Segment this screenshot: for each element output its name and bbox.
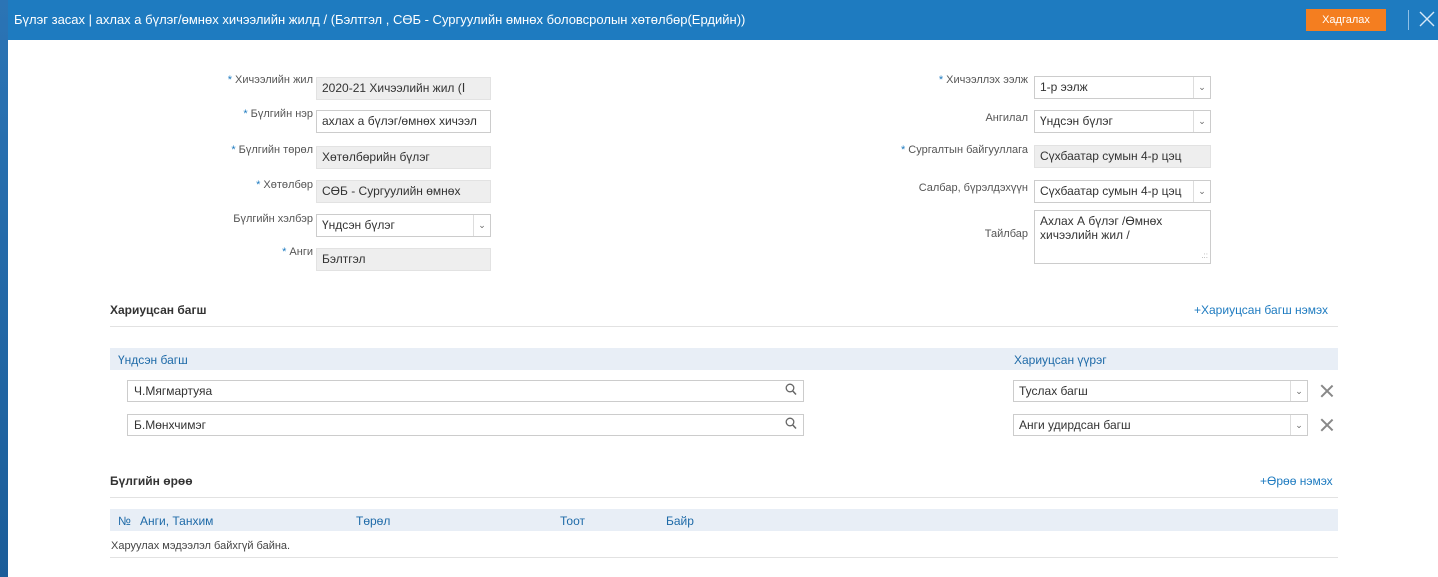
label-description: Тайлбар bbox=[984, 228, 1028, 240]
description-textarea[interactable]: Ахлах А бүлэг /Өмнөх хичээлийн жил /.:: bbox=[1034, 210, 1211, 264]
col-main-teacher: Үндсэн багш bbox=[118, 353, 188, 367]
rooms-table-header: № Анги, Танхим Төрөл Тоот Байр bbox=[110, 509, 1338, 531]
chevron-down-icon[interactable]: ⌄ bbox=[1193, 77, 1210, 98]
category-select[interactable]: Үндсэн бүлэг ⌄ bbox=[1034, 110, 1211, 133]
resize-handle-icon[interactable]: .:: bbox=[1201, 249, 1208, 263]
chevron-down-icon[interactable]: ⌄ bbox=[473, 215, 490, 236]
role-select[interactable]: Туслах багш ⌄ bbox=[1013, 380, 1308, 402]
chevron-down-icon[interactable]: ⌄ bbox=[1193, 181, 1210, 202]
organization-field[interactable]: Сүхбаатар сумын 4-р цэц bbox=[1034, 145, 1211, 168]
close-icon[interactable] bbox=[1418, 6, 1438, 32]
branch-select[interactable]: Сүхбаатар сумын 4-р цэц ⌄ bbox=[1034, 180, 1211, 203]
school-year-field[interactable]: 2020-21 Хичээлийн жил (Ⅰ bbox=[316, 77, 491, 100]
col-role: Хариуцсан үүрэг bbox=[1014, 353, 1107, 367]
label-group-form: Бүлгийн хэлбэр bbox=[233, 213, 313, 225]
col-room-number: Тоот bbox=[560, 514, 585, 528]
label-shift: * Хичээллэх ээлж bbox=[938, 74, 1028, 86]
label-category: Ангилал bbox=[985, 112, 1028, 124]
teacher-input[interactable]: Ч.Мягмартуяа bbox=[127, 380, 804, 402]
dialog-titlebar: Бүлэг засах | ахлах а бүлэг/өмнөх хичээл… bbox=[8, 0, 1438, 40]
chevron-down-icon[interactable]: ⌄ bbox=[1290, 381, 1307, 401]
group-type-field[interactable]: Хөтөлбөрийн бүлэг bbox=[316, 146, 491, 169]
col-building: Байр bbox=[666, 514, 694, 528]
add-teacher-link[interactable]: +Хариуцсан багш нэмэх bbox=[1194, 303, 1328, 317]
col-type: Төрөл bbox=[356, 514, 391, 528]
chevron-down-icon[interactable]: ⌄ bbox=[1290, 415, 1307, 435]
teachers-table-header: Үндсэн багш Хариуцсан үүрэг bbox=[110, 348, 1338, 370]
label-group-name: * Бүлгийн нэр bbox=[243, 108, 313, 120]
col-room: Анги, Танхим bbox=[140, 514, 214, 528]
dialog-title: Бүлэг засах | ахлах а бүлэг/өмнөх хичээл… bbox=[14, 12, 746, 27]
search-icon[interactable] bbox=[785, 417, 797, 431]
label-school-year: * Хичээлийн жил bbox=[227, 74, 313, 86]
label-program: * Хөтөлбөр bbox=[256, 179, 313, 191]
section-divider bbox=[110, 326, 1338, 327]
label-group-type: * Бүлгийн төрөл bbox=[231, 144, 313, 156]
label-class: * Анги bbox=[282, 246, 313, 258]
program-field[interactable]: СӨБ - Сургуулийн өмнөх bbox=[316, 180, 491, 203]
search-icon[interactable] bbox=[785, 383, 797, 397]
teacher-input[interactable]: Б.Мөнхчимэг bbox=[127, 414, 804, 436]
shift-select[interactable]: 1-р ээлж ⌄ bbox=[1034, 76, 1211, 99]
label-organization: * Сургалтын байгууллага bbox=[900, 144, 1028, 156]
save-button[interactable]: Хадгалах bbox=[1306, 9, 1386, 31]
section-divider bbox=[110, 497, 1338, 498]
class-field[interactable]: Бэлтгэл bbox=[316, 248, 491, 271]
role-select[interactable]: Анги удирдсан багш ⌄ bbox=[1013, 414, 1308, 436]
label-branch: Салбар, бүрэлдэхүүн bbox=[918, 182, 1028, 194]
group-name-input[interactable]: ахлах а бүлэг/өмнөх хичээл bbox=[316, 110, 491, 133]
edit-group-dialog: Бүлэг засах | ахлах а бүлэг/өмнөх хичээл… bbox=[8, 0, 1438, 577]
remove-row-close-icon[interactable] bbox=[1320, 384, 1334, 398]
teachers-section-title: Хариуцсан багш bbox=[110, 303, 207, 317]
remove-row-close-icon[interactable] bbox=[1320, 418, 1334, 432]
titlebar-divider bbox=[1408, 10, 1409, 30]
table-bottom-divider bbox=[110, 557, 1338, 558]
chevron-down-icon[interactable]: ⌄ bbox=[1193, 111, 1210, 132]
rooms-section-title: Бүлгийн өрөө bbox=[110, 474, 193, 488]
add-room-link[interactable]: +Өрөө нэмэх bbox=[1260, 474, 1333, 488]
group-form-select[interactable]: Үндсэн бүлэг ⌄ bbox=[316, 214, 491, 237]
col-number: № bbox=[118, 514, 131, 528]
background-edge bbox=[0, 0, 8, 577]
empty-table-message: Харуулах мэдээлэл байхгүй байна. bbox=[111, 540, 291, 552]
